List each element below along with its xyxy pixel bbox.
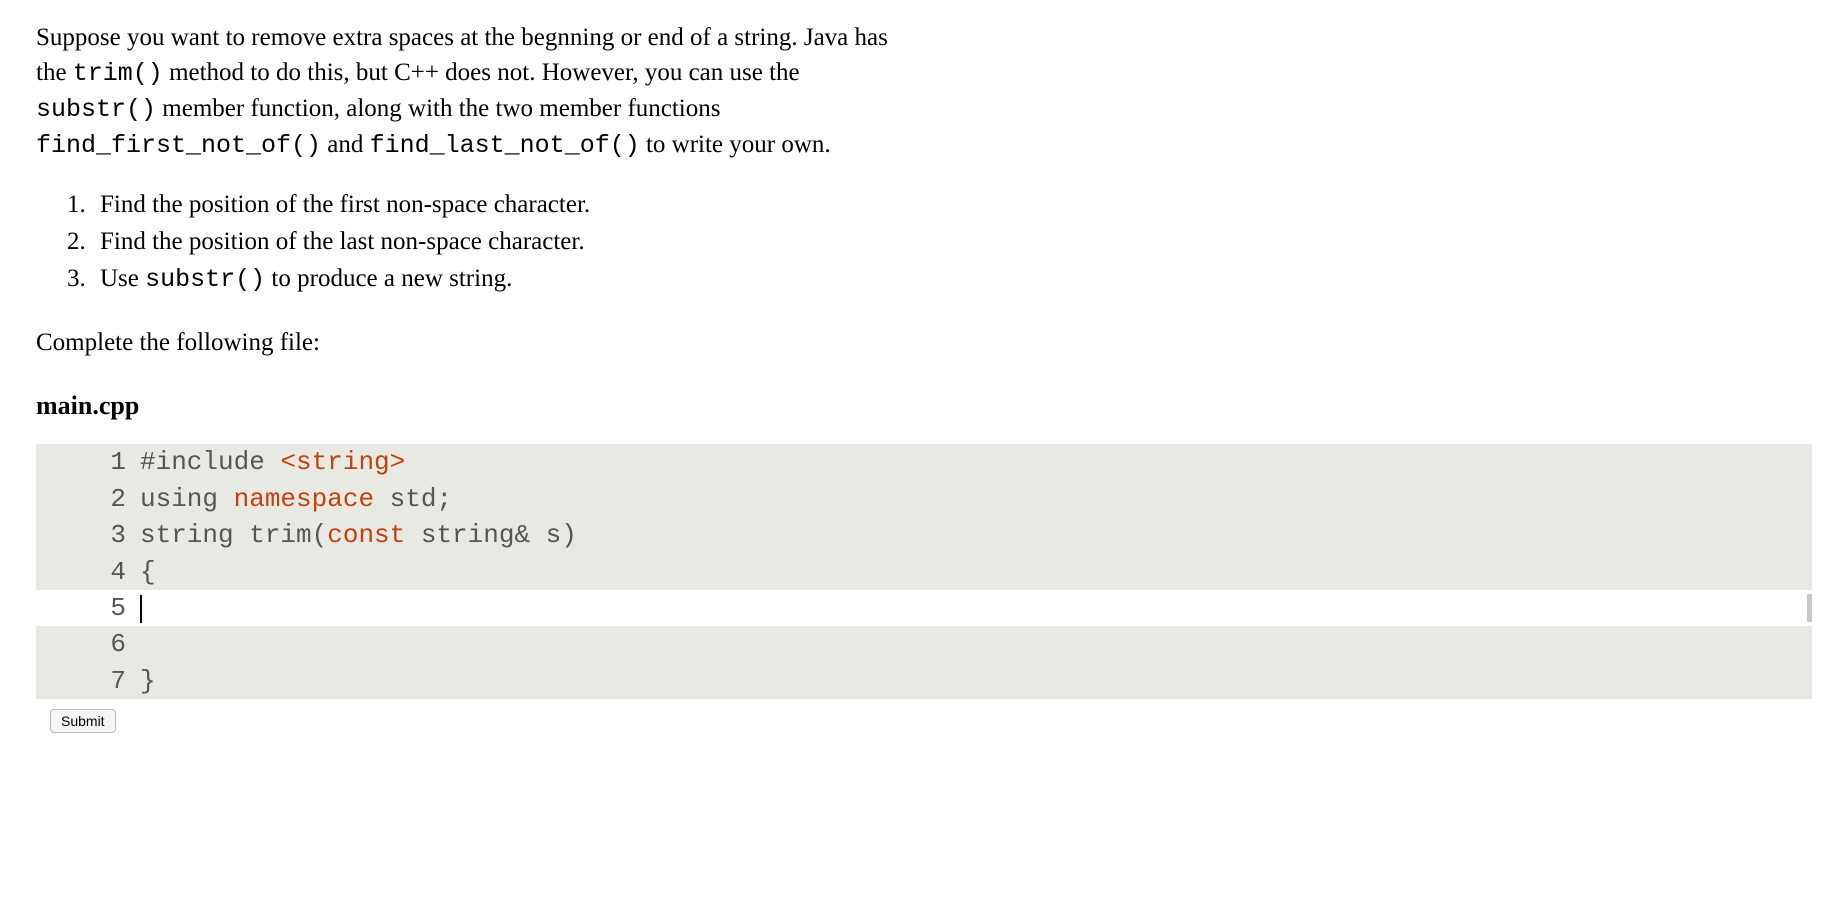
step-3-post: to produce a new string.	[265, 265, 512, 292]
code-trim: trim()	[73, 59, 163, 88]
code-substr: substr()	[36, 95, 156, 124]
code-content-7: }	[140, 663, 1812, 699]
code-line-7: 7 }	[36, 663, 1812, 699]
intro-text-2: method to do this, but C++ does not. How…	[163, 59, 800, 86]
code-line-3: 3 string trim(const string& s)	[36, 517, 1812, 553]
code-line-4: 4 {	[36, 554, 1812, 590]
line-number: 2	[36, 481, 140, 517]
step-3: Use substr() to produce a new string.	[92, 261, 1812, 297]
submit-button[interactable]: Submit	[50, 709, 116, 733]
code-content-1: #include <string>	[140, 444, 1812, 480]
code-line-2: 2 using namespace std;	[36, 481, 1812, 517]
intro-paragraph: Suppose you want to remove extra spaces …	[36, 20, 916, 163]
line-number: 6	[36, 626, 140, 662]
code-content-3: string trim(const string& s)	[140, 517, 1812, 553]
step-3-pre: Use	[100, 265, 145, 292]
code-editor[interactable]: 1 #include <string> 2 using namespace st…	[36, 444, 1812, 699]
code-line-1: 1 #include <string>	[36, 444, 1812, 480]
line-number: 1	[36, 444, 140, 480]
code-line-5-editable[interactable]: 5	[36, 590, 1812, 626]
code-content-4: {	[140, 554, 1812, 590]
line-number: 5	[36, 590, 140, 626]
line-number: 7	[36, 663, 140, 699]
intro-text-5: to write your own.	[640, 131, 831, 158]
complete-prompt: Complete the following file:	[36, 325, 1812, 360]
step-1: Find the position of the first non-space…	[92, 187, 1812, 222]
filename-heading: main.cpp	[36, 388, 1812, 424]
step-2: Find the position of the last non-space …	[92, 224, 1812, 259]
line-number: 4	[36, 554, 140, 590]
code-content-5[interactable]	[140, 590, 1812, 626]
code-content-2: using namespace std;	[140, 481, 1812, 517]
code-find-first: find_first_not_of()	[36, 131, 321, 160]
step-3-code: substr()	[145, 265, 265, 294]
line-number: 3	[36, 517, 140, 553]
text-cursor-icon	[140, 595, 142, 623]
steps-list: Find the position of the first non-space…	[36, 187, 1812, 297]
intro-text-4: and	[321, 131, 370, 158]
code-find-last: find_last_not_of()	[370, 131, 640, 160]
code-line-6: 6	[36, 626, 1812, 662]
intro-text-3: member function, along with the two memb…	[156, 95, 720, 122]
